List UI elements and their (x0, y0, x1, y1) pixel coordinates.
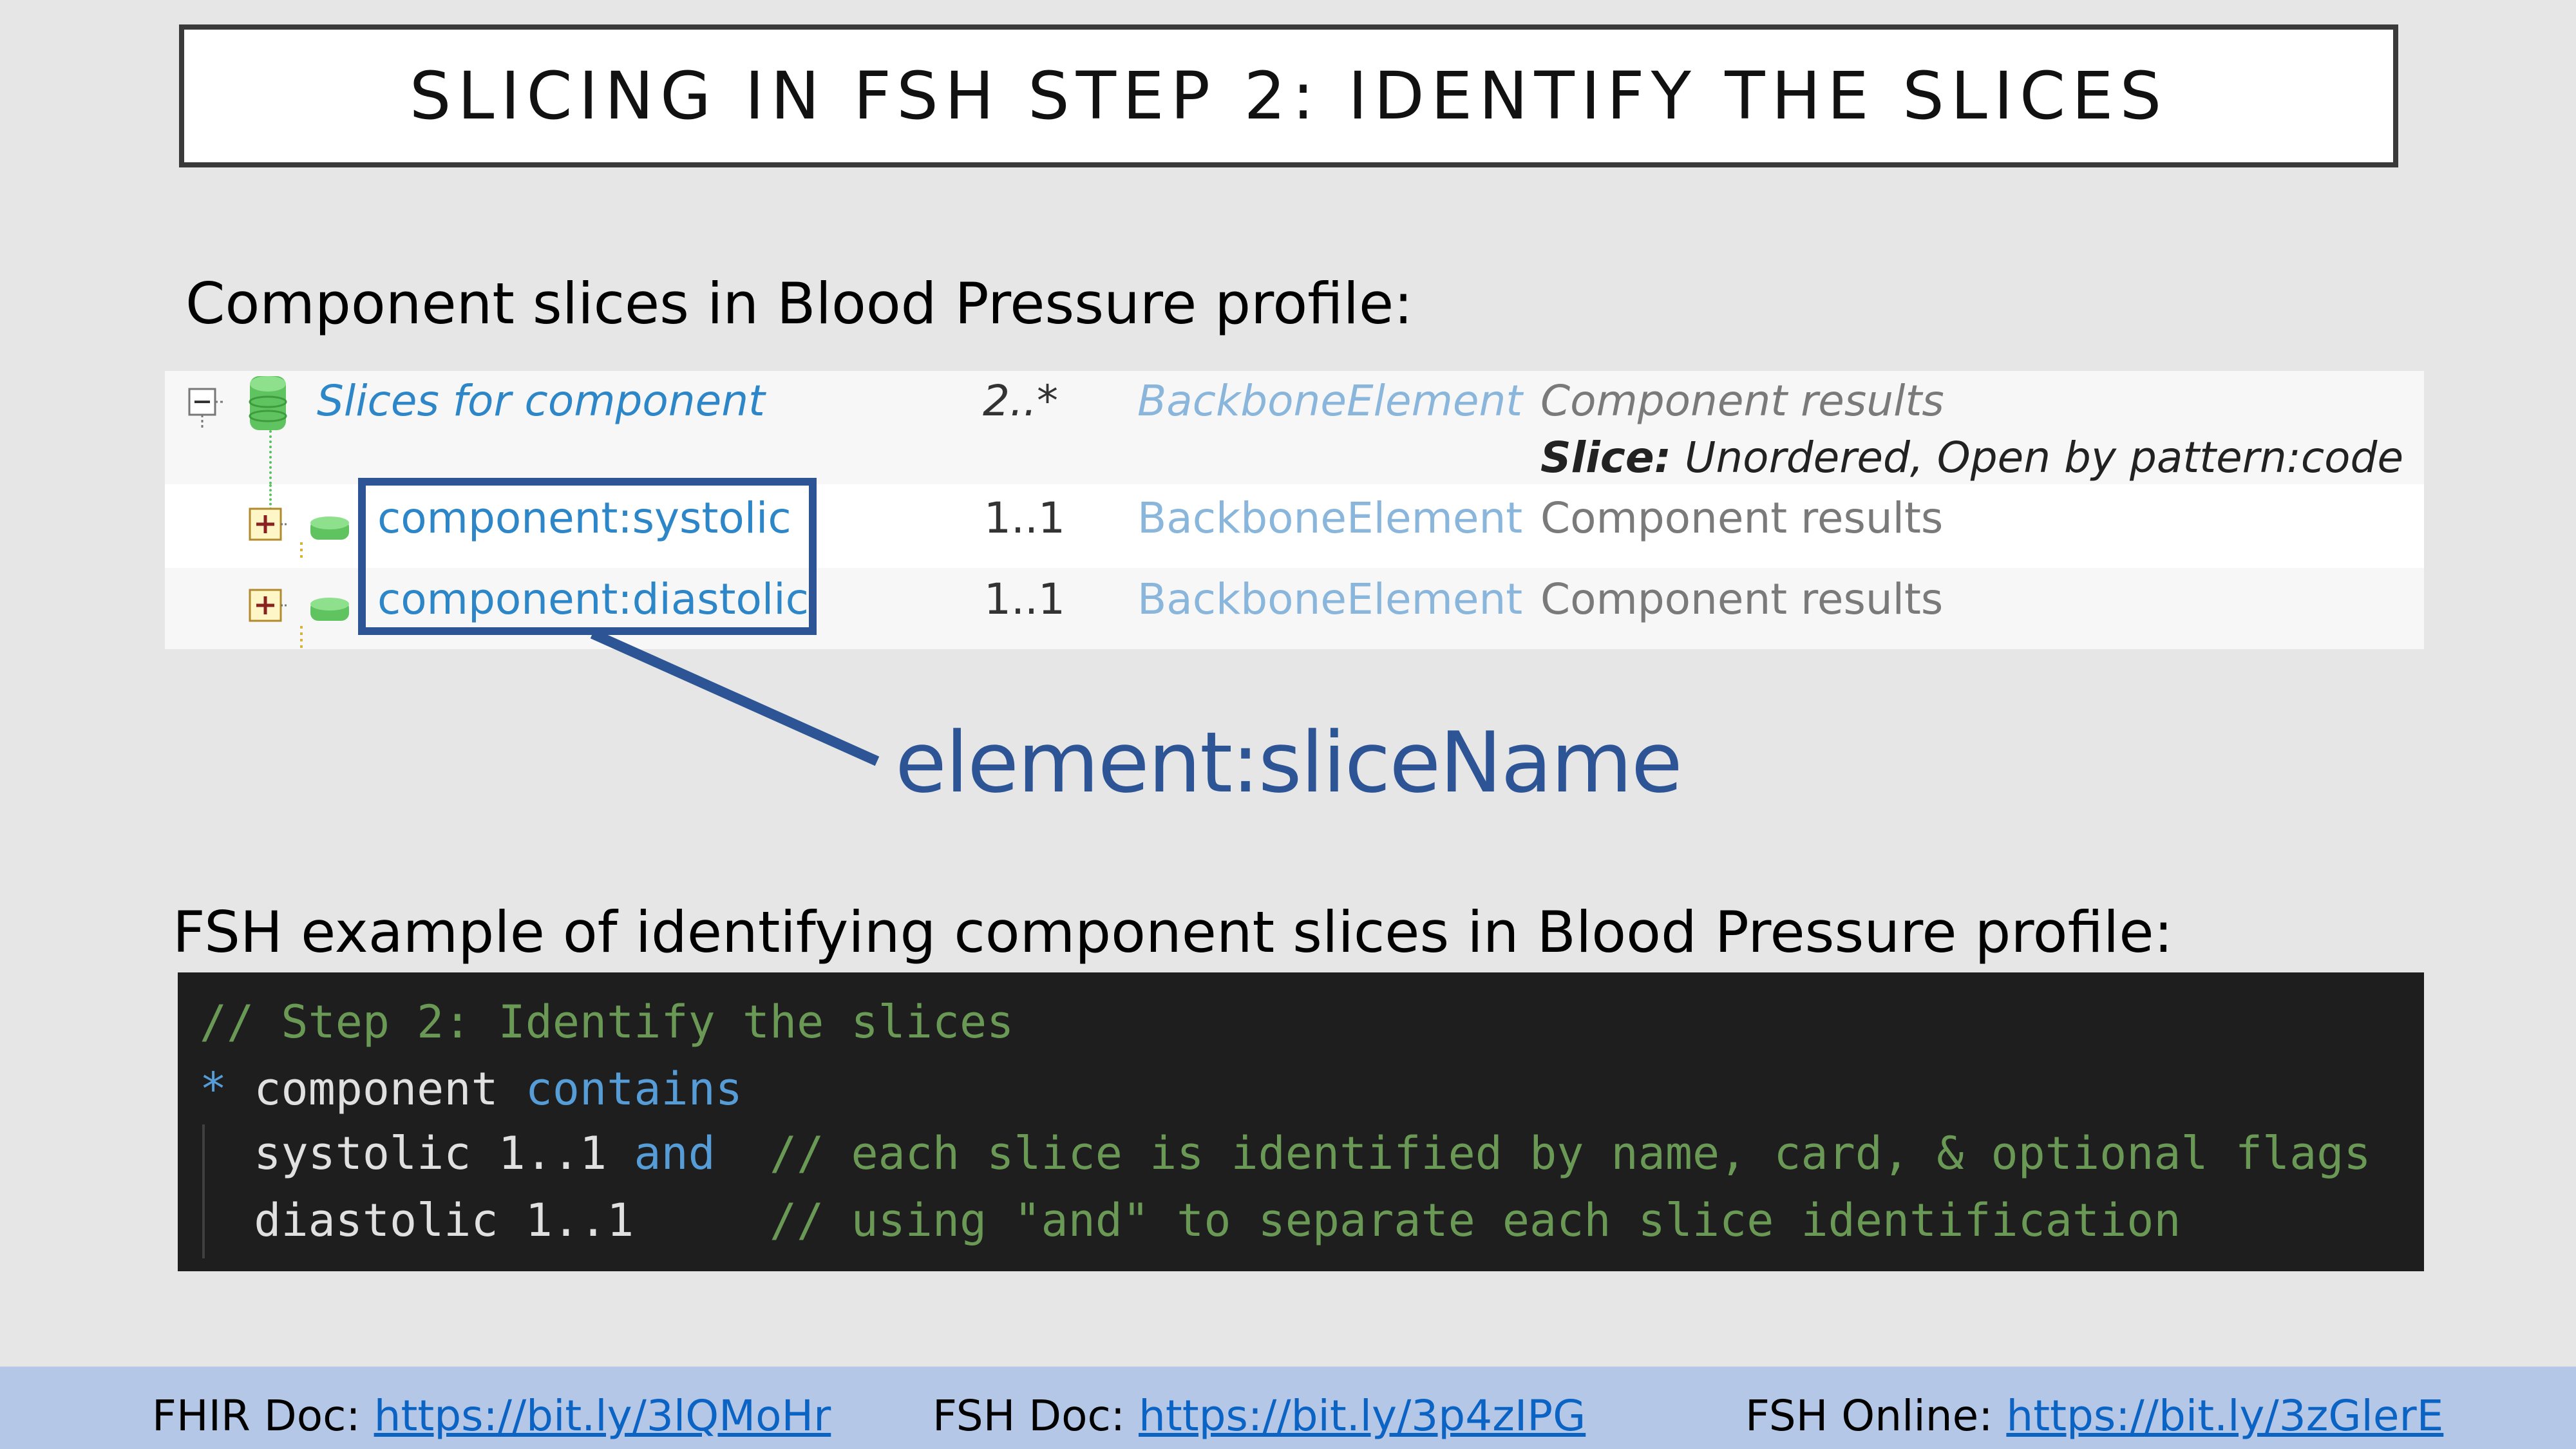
cardinality: 2..* (983, 376, 1058, 426)
expand-icon[interactable] (247, 506, 309, 563)
table-row: Slices for component 2..* BackboneElemen… (165, 371, 2424, 484)
fsh-doc-link[interactable]: https://bit.ly/3p4zIPG (1139, 1391, 1586, 1441)
footer-bar: FHIR Doc: https://bit.ly/3lQMoHr FSH Doc… (0, 1367, 2576, 1449)
cardinality: 1..1 (984, 574, 1065, 624)
element-description: Component results (1540, 493, 1944, 543)
slide-title-box: SLICING IN FSH STEP 2: IDENTIFY THE SLIC… (179, 24, 2398, 167)
code-keyword-and: and (634, 1127, 715, 1180)
footer-label: FSH Doc: (933, 1391, 1126, 1441)
code-element: component (254, 1063, 498, 1115)
element-icon (310, 598, 349, 621)
expand-icon[interactable] (247, 587, 309, 649)
code-comment: // each slice is identified by name, car… (770, 1127, 2371, 1180)
element-icon (310, 516, 349, 540)
fhir-doc-link[interactable]: https://bit.ly/3lQMoHr (374, 1391, 831, 1441)
code-line-contains: * component contains (200, 1063, 743, 1115)
element-type-link[interactable]: BackboneElement (1137, 376, 1522, 426)
section-heading-profile: Component slices in Blood Pressure profi… (185, 270, 1413, 337)
footer-label: FSH Online: (1745, 1391, 1993, 1441)
element-description: Component results (1540, 574, 1944, 624)
cardinality: 1..1 (984, 493, 1065, 543)
callout-label: element:sliceName (895, 714, 1683, 811)
slice-group-icon (249, 376, 287, 430)
section-heading-fsh: FSH example of identifying component sli… (173, 899, 2174, 965)
footer-fsh-online: FSH Online: https://bit.ly/3zGlerE (1745, 1391, 2443, 1441)
code-line-diastolic: diastolic 1..1 // using "and" to separat… (200, 1194, 2181, 1247)
code-slice-systolic: systolic 1..1 (254, 1127, 607, 1180)
slice-name-highlight-box (358, 478, 817, 635)
slide-title: SLICING IN FSH STEP 2: IDENTIFY THE SLIC… (409, 57, 2168, 135)
code-comment: // using "and" to separate each slice id… (770, 1194, 2181, 1247)
code-star: * (200, 1063, 227, 1115)
fsh-code-block: // Step 2: Identify the slices * compone… (178, 972, 2424, 1271)
footer-label: FHIR Doc: (152, 1391, 361, 1441)
slice-label: Slice: (1540, 433, 1672, 482)
element-type-link[interactable]: BackboneElement (1137, 493, 1522, 543)
footer-fhir-doc: FHIR Doc: https://bit.ly/3lQMoHr (152, 1391, 831, 1441)
tree-guide-line (269, 430, 272, 484)
code-line-systolic: systolic 1..1 and // each slice is ident… (200, 1127, 2371, 1180)
element-name-link[interactable]: Slices for component (317, 376, 765, 426)
footer-fsh-doc: FSH Doc: https://bit.ly/3p4zIPG (933, 1391, 1586, 1441)
slice-rules: Unordered, Open by pattern:code (1685, 433, 2404, 482)
element-type-link[interactable]: BackboneElement (1137, 574, 1522, 624)
code-keyword-contains: contains (525, 1063, 743, 1115)
fsh-online-link[interactable]: https://bit.ly/3zGlerE (2006, 1391, 2443, 1441)
element-description: Component results (1540, 376, 1944, 426)
slice-info: Slice: Unordered, Open by pattern:code (1540, 433, 2403, 482)
code-comment-line: // Step 2: Identify the slices (200, 996, 1014, 1048)
code-slice-diastolic: diastolic 1..1 (254, 1194, 634, 1247)
